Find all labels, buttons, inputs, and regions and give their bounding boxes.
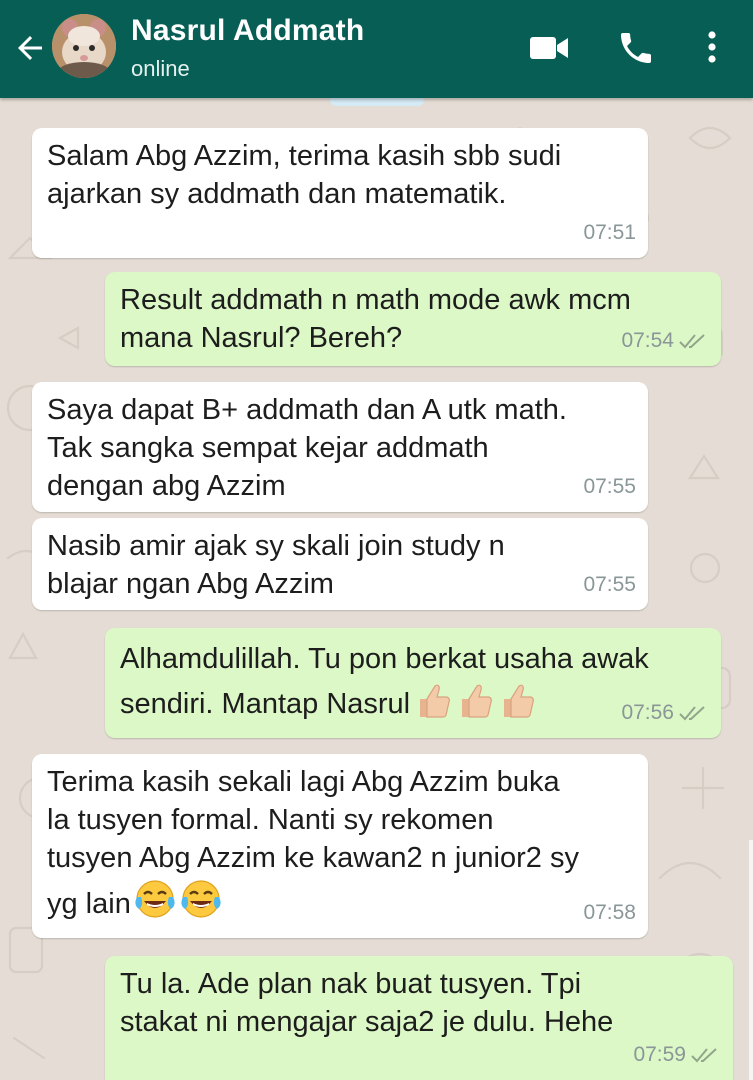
- message-meta: 07:59: [633, 1036, 721, 1074]
- more-options-icon[interactable]: [698, 28, 726, 68]
- back-arrow-icon[interactable]: [12, 30, 48, 66]
- message-meta: 07:58: [583, 894, 636, 932]
- chat-header: Nasrul Addmath online: [0, 0, 753, 98]
- contact-avatar[interactable]: [52, 14, 116, 78]
- message-time: 07:51: [583, 221, 636, 244]
- voice-call-icon[interactable]: [616, 28, 656, 68]
- message-meta: 07:56: [621, 694, 709, 732]
- message-time: 07:55: [583, 475, 636, 498]
- incoming-message[interactable]: Nasib amir ajak sy skali join study n bl…: [32, 518, 648, 610]
- message-meta: 07:55: [583, 566, 636, 604]
- incoming-message[interactable]: Salam Abg Azzim, terima kasih sbb sudi a…: [32, 128, 648, 258]
- tears-of-joy-emoji-icon: [181, 880, 221, 918]
- message-text: Saya dapat B+ addmath dan A utk math. Ta…: [47, 394, 567, 502]
- message-meta: 07:51: [583, 214, 636, 252]
- outgoing-message[interactable]: Result addmath n math mode awk mcm mana …: [105, 272, 721, 366]
- thumbs-up-emoji-icon: [420, 684, 451, 718]
- message-time: 07:59: [633, 1043, 686, 1066]
- double-check-icon: [691, 1048, 717, 1063]
- avatar-image: [52, 14, 116, 78]
- scroll-edge: [749, 840, 753, 1080]
- message-meta: 07:54: [621, 322, 709, 360]
- message-text: Nasib amir ajak sy skali join study n bl…: [47, 530, 505, 600]
- outgoing-message[interactable]: Tu la. Ade plan nak buat tusyen. Tpi sta…: [105, 956, 733, 1080]
- message-time: 07:54: [621, 329, 674, 352]
- date-chip: [330, 98, 424, 106]
- contact-status: online: [131, 56, 190, 81]
- message-time: 07:55: [583, 573, 636, 596]
- message-time: 07:56: [621, 701, 674, 724]
- double-check-icon: [679, 334, 705, 349]
- message-text: Salam Abg Azzim, terima kasih sbb sudi a…: [47, 140, 562, 210]
- contact-name[interactable]: Nasrul Addmath: [131, 14, 364, 48]
- message-text: Terima kasih sekali lagi Abg Azzim buka …: [47, 766, 579, 920]
- video-call-icon[interactable]: [528, 28, 570, 68]
- message-text: Result addmath n math mode awk mcm mana …: [120, 284, 631, 354]
- incoming-message[interactable]: Saya dapat B+ addmath dan A utk math. Ta…: [32, 382, 648, 512]
- tears-of-joy-emoji-icon: [135, 880, 175, 918]
- outgoing-message[interactable]: Alhamdulillah. Tu pon berkat usaha awak …: [105, 628, 721, 738]
- double-check-icon: [679, 706, 705, 721]
- thumbs-up-emoji-icon: [504, 684, 535, 718]
- message-text: Alhamdulillah. Tu pon berkat usaha awak …: [120, 643, 649, 720]
- thumbs-up-emoji-icon: [462, 684, 493, 718]
- incoming-message[interactable]: Terima kasih sekali lagi Abg Azzim buka …: [32, 754, 648, 938]
- message-time: 07:58: [583, 901, 636, 924]
- message-text: Tu la. Ade plan nak buat tusyen. Tpi sta…: [120, 968, 614, 1038]
- message-meta: 07:55: [583, 468, 636, 506]
